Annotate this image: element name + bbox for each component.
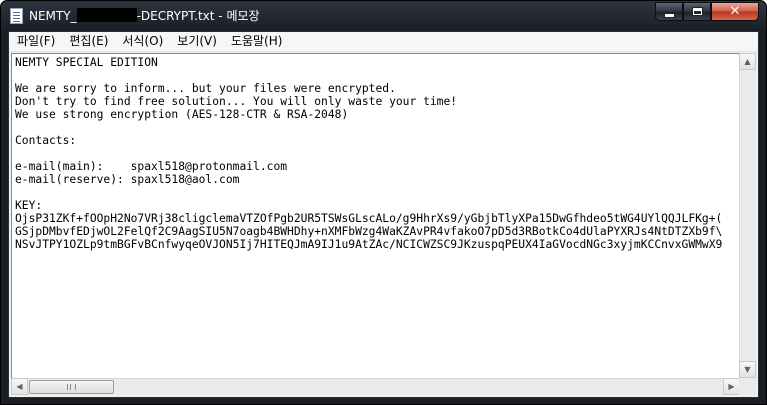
doc-line-email-reserve: e-mail(reserve): spaxl518@aol.com (15, 173, 240, 186)
menu-format[interactable]: 서식(O) (115, 32, 170, 51)
minimize-button[interactable] (655, 2, 683, 21)
scroll-down-button[interactable]: ▼ (739, 361, 756, 378)
close-icon: ✕ (729, 4, 741, 19)
text-editor[interactable]: NEMTY SPECIAL EDITION We are sorry to in… (11, 53, 740, 378)
menu-bar: 파일(F) 편집(E) 서식(O) 보기(V) 도움말(H) (9, 32, 758, 52)
minimize-icon (663, 12, 675, 18)
scroll-left-button[interactable]: ◀ (11, 378, 28, 395)
menu-help[interactable]: 도움말(H) (224, 32, 290, 51)
close-button[interactable]: ✕ (711, 2, 759, 21)
redacted-block (76, 8, 137, 22)
doc-line-dont-try: Don't try to find free solution... You w… (15, 95, 458, 108)
menu-view[interactable]: 보기(V) (170, 32, 224, 51)
window-title: NEMTY_ -DECRYPT.txt - 메모장 (29, 7, 260, 25)
doc-line-sorry: We are sorry to inform... but your files… (15, 82, 396, 95)
doc-line-key-2: GSjpDMbvfEDjwOL2FelQf2C9AagSIU5N7oagb4BW… (15, 225, 723, 238)
window-title-suffix: -DECRYPT.txt - 메모장 (136, 9, 260, 23)
menu-edit[interactable]: 편집(E) (62, 32, 115, 51)
notepad-window: NEMTY_ -DECRYPT.txt - 메모장 ✕ 파일(F) 편집(E) 서… (0, 0, 767, 405)
doc-line-key-1: OjsP31ZKf+fOOpH2No7VRj38cligclemaVTZOfPg… (15, 212, 723, 225)
horizontal-scrollbar[interactable]: ◀ ▶ (11, 378, 740, 395)
document-text: NEMTY SPECIAL EDITION We are sorry to in… (15, 56, 722, 251)
arrow-right-icon: ▶ (728, 381, 735, 391)
title-bar[interactable]: NEMTY_ -DECRYPT.txt - 메모장 ✕ (1, 1, 766, 31)
size-grip (739, 378, 756, 395)
client-area: 파일(F) 편집(E) 서식(O) 보기(V) 도움말(H) NEMTY SPE… (8, 31, 759, 398)
scroll-right-button[interactable]: ▶ (723, 378, 740, 395)
arrow-left-icon: ◀ (16, 381, 23, 391)
scroll-up-button[interactable]: ▲ (739, 53, 756, 70)
doc-line-heading: NEMTY SPECIAL EDITION (15, 56, 158, 69)
arrow-up-icon: ▲ (744, 56, 751, 66)
caption-buttons: ✕ (655, 2, 759, 21)
doc-line-key-label: KEY: (15, 199, 43, 212)
horizontal-scroll-thumb[interactable] (29, 380, 114, 394)
window-title-prefix: NEMTY_ (29, 9, 77, 23)
menu-file[interactable]: 파일(F) (9, 32, 62, 51)
vertical-scrollbar[interactable]: ▲ ▼ (739, 53, 756, 378)
maximize-button[interactable] (683, 2, 711, 21)
doc-line-key-3: NSvJTPY1OZLp9tmBGFvBCnfwyqeOVJON5Ij7HITE… (15, 238, 723, 251)
doc-line-contacts: Contacts: (15, 134, 77, 147)
doc-line-encryption: We use strong encryption (AES-128-CTR & … (15, 108, 349, 121)
maximize-icon (691, 7, 703, 16)
notepad-icon[interactable] (10, 8, 23, 24)
doc-line-email-main: e-mail(main): spaxl518@protonmail.com (15, 160, 288, 173)
grip-icon (67, 384, 76, 390)
arrow-down-icon: ▼ (744, 364, 751, 374)
